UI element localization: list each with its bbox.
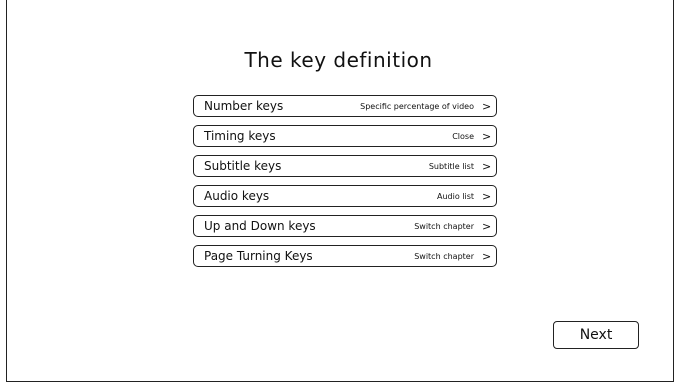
key-definition-list: Number keys Specific percentage of video… bbox=[193, 95, 497, 275]
key-row-value: Audio list bbox=[436, 191, 474, 201]
key-row-label: Number keys bbox=[204, 99, 284, 113]
chevron-right-icon: > bbox=[482, 189, 492, 203]
chevron-right-icon: > bbox=[482, 129, 492, 143]
chevron-right-icon: > bbox=[482, 99, 492, 113]
chevron-right-icon: > bbox=[482, 249, 492, 263]
chevron-right-icon: > bbox=[482, 159, 492, 173]
key-row-value: Switch chapter bbox=[414, 251, 474, 261]
key-row-value: Switch chapter bbox=[414, 221, 474, 231]
key-row-timing-keys[interactable]: Timing keys Close > bbox=[193, 125, 497, 147]
key-row-label: Page Turning Keys bbox=[204, 249, 313, 263]
next-button[interactable]: Next bbox=[553, 321, 639, 349]
page-title: The key definition bbox=[244, 48, 433, 72]
key-row-subtitle-keys[interactable]: Subtitle keys Subtitle list > bbox=[193, 155, 497, 177]
key-row-value: Subtitle list bbox=[428, 161, 474, 171]
key-row-label: Audio keys bbox=[204, 189, 270, 203]
chevron-right-icon: > bbox=[482, 219, 492, 233]
key-row-up-and-down-keys[interactable]: Up and Down keys Switch chapter > bbox=[193, 215, 497, 237]
key-row-label: Subtitle keys bbox=[204, 159, 282, 173]
key-row-label: Up and Down keys bbox=[204, 219, 316, 233]
key-row-number-keys[interactable]: Number keys Specific percentage of video… bbox=[193, 95, 497, 117]
key-row-label: Timing keys bbox=[204, 129, 276, 143]
key-row-audio-keys[interactable]: Audio keys Audio list > bbox=[193, 185, 497, 207]
key-row-value: Close bbox=[452, 131, 474, 141]
key-row-page-turning-keys[interactable]: Page Turning Keys Switch chapter > bbox=[193, 245, 497, 267]
key-row-value: Specific percentage of video bbox=[360, 101, 474, 111]
